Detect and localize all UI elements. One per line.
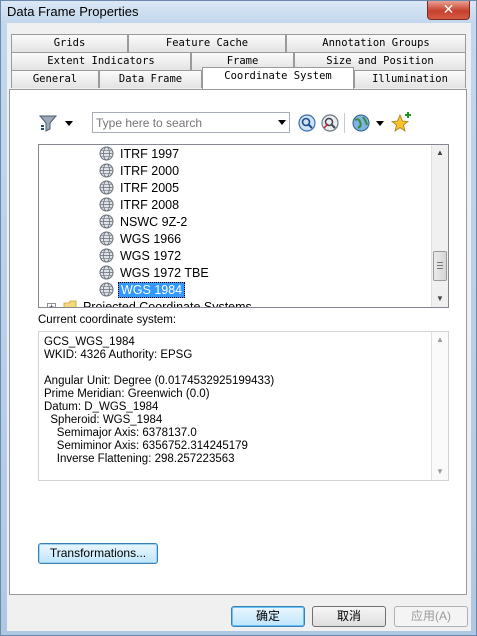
tree-item[interactable]: WGS 1966 (99, 231, 183, 248)
tree-item-label: ITRF 2000 (120, 164, 180, 178)
tab-data-frame[interactable]: Data Frame (99, 70, 202, 88)
globe-dropdown-button[interactable] (350, 112, 386, 134)
info-line: WKID: 4326 Authority: EPSG (44, 349, 193, 361)
tree-item[interactable]: ITRF 2005 (99, 180, 181, 197)
search-icon (298, 114, 316, 132)
current-coordinate-system-label: Current coordinate system: (38, 314, 177, 326)
search-input-box[interactable] (92, 112, 290, 133)
close-icon: ✕ (442, 1, 455, 17)
globe-icon (99, 197, 114, 212)
add-favorite-button[interactable] (390, 112, 412, 134)
globe-icon (99, 214, 114, 229)
dialog-client: Grids Feature Cache Annotation Groups Ex… (7, 23, 471, 631)
tree-item-label: WGS 1966 (120, 232, 182, 246)
cancel-button[interactable]: 取消 (312, 606, 386, 627)
tree-item-label: NSWC 9Z-2 (120, 215, 188, 229)
tab-annotation-groups[interactable]: Annotation Groups (286, 34, 466, 52)
tab-coordinate-system[interactable]: Coordinate System (202, 67, 354, 89)
dialog-window: Data Frame Properties ✕ Grids Feature Ca… (0, 0, 477, 636)
globe-dropdown-icon (352, 114, 384, 132)
close-button[interactable]: ✕ (427, 1, 470, 20)
info-line: Inverse Flattening: 298.257223563 (44, 453, 235, 465)
globe-icon (99, 248, 114, 263)
filter-icon (38, 115, 73, 132)
info-line: Prime Meridian: Greenwich (0.0) (44, 388, 210, 400)
tree-item[interactable]: ITRF 2000 (99, 163, 181, 180)
tab-feature-cache[interactable]: Feature Cache (128, 34, 286, 52)
tree-item[interactable]: ITRF 2008 (99, 197, 181, 214)
tree-item-label: Projected Coordinate Systems (82, 300, 252, 308)
scroll-thumb[interactable] (433, 251, 447, 281)
toolbar-divider (344, 113, 345, 133)
search-button[interactable] (296, 112, 318, 134)
tree-item-label: WGS 1972 TBE (120, 266, 209, 280)
filter-dropdown-button[interactable] (38, 112, 76, 134)
expand-icon[interactable]: + (47, 303, 56, 307)
tree-item-label: ITRF 2005 (120, 181, 180, 195)
tab-general[interactable]: General (11, 70, 99, 88)
info-line: Spheroid: WGS_1984 (44, 414, 163, 426)
current-coordinate-system-box[interactable]: GCS_WGS_1984 WKID: 4326 Authority: EPSG An… (38, 331, 449, 481)
tree-item[interactable]: ITRF 1997 (99, 146, 181, 163)
info-line: Datum: D_WGS_1984 (44, 401, 159, 413)
apply-button[interactable]: 应用(A) (394, 606, 468, 627)
tree-item[interactable]: WGS 1984 (99, 282, 186, 299)
ok-button[interactable]: 确定 (231, 606, 305, 627)
clear-search-button[interactable] (319, 112, 341, 134)
globe-icon (99, 231, 114, 246)
folder-icon (64, 300, 77, 307)
info-line: Semimajor Axis: 6378137.0 (44, 427, 197, 439)
info-scrollbar[interactable]: ▲ ▼ (431, 332, 448, 480)
window-title: Data Frame Properties (7, 4, 139, 19)
tree-item[interactable]: WGS 1972 (99, 248, 183, 265)
info-line: Angular Unit: Degree (0.0174532925199433… (44, 375, 275, 387)
info-line: Semiminor Axis: 6356752.314245179 (44, 440, 248, 452)
tree-scrollbar[interactable]: ▲ ▼ (431, 145, 448, 307)
globe-icon (99, 180, 114, 195)
scroll-down-icon[interactable]: ▼ (432, 464, 448, 480)
clear-search-icon (321, 114, 339, 132)
tab-grids[interactable]: Grids (11, 34, 128, 52)
globe-icon (99, 282, 114, 297)
add-favorite-icon (390, 112, 411, 132)
info-line: GCS_WGS_1984 (44, 336, 135, 348)
tree-item-label: ITRF 1997 (120, 147, 180, 161)
globe-icon (99, 146, 114, 161)
globe-icon (99, 265, 114, 280)
scroll-up-icon[interactable]: ▲ (432, 332, 448, 348)
tab-extent-indicators[interactable]: Extent Indicators (11, 52, 191, 70)
coordinate-system-panel: ITRF 1997 ITRF 2000 ITRF 2005 ITRF 2008 NSWC… (9, 89, 467, 595)
tree-item-label: WGS 1984 (118, 282, 186, 298)
tab-illumination[interactable]: Illumination (354, 70, 466, 88)
globe-icon (99, 163, 114, 178)
tree-item-label: WGS 1972 (120, 249, 182, 263)
scroll-up-icon[interactable]: ▲ (432, 145, 448, 161)
tree-item[interactable]: WGS 1972 TBE (99, 265, 211, 282)
tree-item-partial[interactable]: + Projected Coordinate Systems (47, 300, 252, 308)
transformations-button[interactable]: Transformations... (38, 543, 158, 564)
scroll-down-icon[interactable]: ▼ (432, 291, 448, 307)
coordinate-system-tree[interactable]: ITRF 1997 ITRF 2000 ITRF 2005 ITRF 2008 NSWC… (38, 144, 449, 308)
chevron-down-icon[interactable] (278, 120, 286, 125)
tree-item[interactable]: NSWC 9Z-2 (99, 214, 189, 231)
search-input[interactable] (93, 113, 269, 132)
title-bar[interactable]: Data Frame Properties ✕ (1, 1, 476, 23)
tree-item-label: ITRF 2008 (120, 198, 180, 212)
